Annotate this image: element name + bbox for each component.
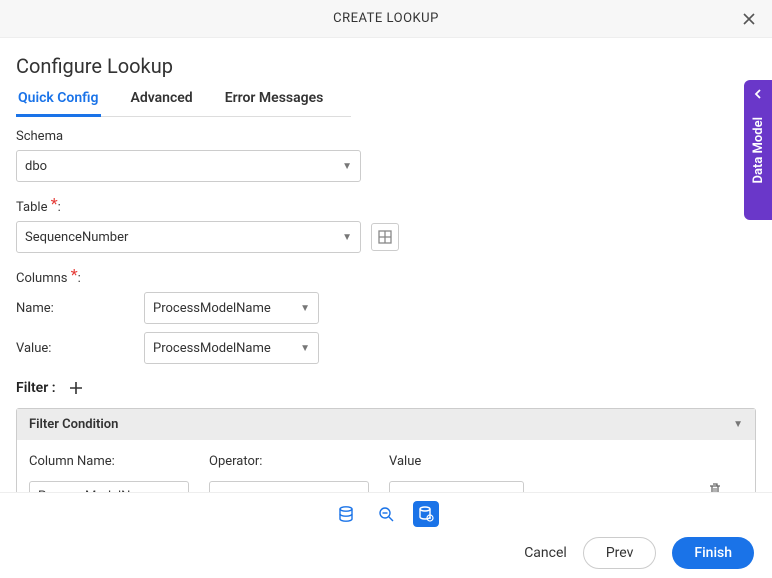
database-icon <box>337 505 355 523</box>
chevron-left-icon <box>752 88 764 100</box>
side-tab-label: Data Model <box>751 117 766 183</box>
page-title: Configure Lookup <box>16 54 756 78</box>
schema-select[interactable]: dbo ▼ <box>16 150 361 182</box>
dialog-header: CREATE LOOKUP <box>0 0 772 38</box>
filter-panel: Filter Condition ▼ Column Name: ProcessM… <box>16 408 756 492</box>
filter-column-name-select[interactable]: ProcessModelName ▾ <box>29 481 189 492</box>
schema-value: dbo <box>25 159 47 174</box>
database-icon-button[interactable] <box>333 501 359 527</box>
zoom-out-icon-button[interactable] <box>373 501 399 527</box>
filter-operator-label: Operator: <box>209 454 379 469</box>
columns-value-select[interactable]: ProcessModelName ▼ <box>144 332 319 364</box>
database-gear-icon <box>417 505 435 523</box>
tabs: Quick Config Advanced Error Messages <box>16 90 351 117</box>
content-area: Configure Lookup Quick Config Advanced E… <box>0 38 772 492</box>
filter-operator-select[interactable]: = ▾ <box>209 481 369 492</box>
filter-label: Filter : <box>16 380 56 396</box>
chevron-down-icon: ▼ <box>342 161 352 172</box>
tab-error-messages[interactable]: Error Messages <box>223 90 326 116</box>
filter-panel-title: Filter Condition <box>29 417 118 432</box>
close-icon <box>741 11 757 27</box>
close-button[interactable] <box>738 8 760 30</box>
table-value: SequenceNumber <box>25 230 128 245</box>
trash-icon <box>707 482 723 492</box>
columns-label: Columns *: <box>16 267 756 286</box>
filter-value-input[interactable] <box>389 481 524 492</box>
filter-panel-header[interactable]: Filter Condition ▼ <box>17 409 755 440</box>
grid-icon <box>377 229 393 245</box>
zoom-out-icon <box>377 505 395 523</box>
footer-buttons: Cancel Prev Finish <box>0 527 772 569</box>
columns-value-value: ProcessModelName <box>153 341 271 356</box>
prev-button[interactable]: Prev <box>583 537 657 569</box>
table-grid-button[interactable] <box>371 223 399 251</box>
columns-name-select[interactable]: ProcessModelName ▼ <box>144 292 319 324</box>
dialog-title: CREATE LOOKUP <box>333 11 439 26</box>
finish-button[interactable]: Finish <box>672 537 754 569</box>
tab-quick-config[interactable]: Quick Config <box>16 90 101 117</box>
add-filter-button[interactable] <box>66 378 86 398</box>
delete-filter-button[interactable] <box>707 482 723 492</box>
chevron-down-icon: ▼ <box>300 343 310 354</box>
tab-advanced[interactable]: Advanced <box>129 90 195 116</box>
table-select[interactable]: SequenceNumber ▼ <box>16 221 361 253</box>
side-tab-data-model[interactable]: Data Model <box>744 80 772 220</box>
columns-value-label: Value: <box>16 341 144 356</box>
chevron-down-icon: ▼ <box>300 303 310 314</box>
database-gear-icon-button[interactable] <box>413 501 439 527</box>
schema-label: Schema <box>16 129 756 144</box>
plus-icon <box>68 380 84 396</box>
filter-header: Filter : <box>16 378 756 398</box>
filter-column-name-label: Column Name: <box>29 454 199 469</box>
columns-name-label: Name: <box>16 301 144 316</box>
chevron-down-icon: ▼ <box>342 232 352 243</box>
filter-value-label: Value <box>389 454 539 469</box>
table-label: Table *: <box>16 196 756 215</box>
footer: Cancel Prev Finish <box>0 492 772 578</box>
chevron-down-icon: ▼ <box>733 419 743 430</box>
cancel-button[interactable]: Cancel <box>524 545 567 561</box>
filter-panel-body: Column Name: ProcessModelName ▾ Operator… <box>17 440 755 492</box>
columns-name-value: ProcessModelName <box>153 301 271 316</box>
footer-icons <box>0 493 772 527</box>
